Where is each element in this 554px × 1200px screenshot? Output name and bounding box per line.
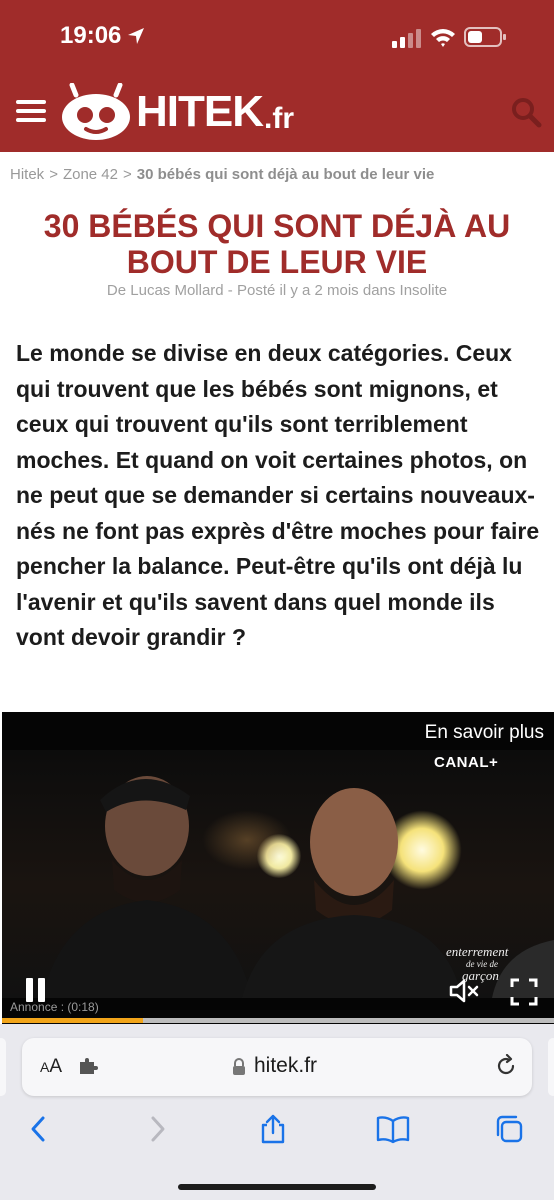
video-progress-fill [2,1018,143,1023]
article-byline: De Lucas Mollard - Posté il y a 2 mois d… [106,282,448,299]
battery-icon [464,27,506,47]
breadcrumb-item-zone42[interactable]: Zone 42 [63,166,118,183]
top-bar: 19:06 HITEK .fr [0,0,554,152]
robot-logo-icon [62,83,130,140]
tabs-icon[interactable] [494,1114,524,1144]
channel-logo: CANAL+ [434,754,499,771]
address-bar[interactable]: AA hitek.fr [22,1038,532,1096]
watermark-line: enterrement [446,944,509,959]
breadcrumb-separator: > [49,166,58,183]
extension-icon[interactable] [78,1056,98,1076]
search-icon[interactable] [510,96,542,128]
back-icon[interactable] [24,1114,54,1144]
previous-tab-peek[interactable] [0,1038,6,1096]
article-title: 30 BÉBÉS QUI SONT DÉJÀ AU BOUT DE LEUR V… [43,208,511,280]
site-logo[interactable]: HITEK .fr [60,82,294,142]
url-text[interactable]: hitek.fr [254,1054,317,1078]
forward-icon[interactable] [142,1114,172,1144]
article-intro: Le monde se divise en deux catégories. C… [16,340,540,650]
home-indicator [178,1184,376,1190]
video-ad-player[interactable]: En savoir plus CANAL+ enterrement de vie… [2,712,554,1024]
ad-countdown-label: Annonce : (0:18) [10,1000,99,1014]
video-watermark: enterrement de vie de garçon [446,944,509,982]
next-tab-peek[interactable] [548,1038,554,1096]
share-icon[interactable] [258,1114,288,1144]
location-arrow-icon [128,28,144,44]
breadcrumb-separator: > [123,166,132,183]
bookmarks-icon[interactable] [376,1114,410,1144]
logo-text: HITEK [136,87,264,136]
fullscreen-icon[interactable] [510,978,538,1006]
reload-icon[interactable] [494,1054,518,1078]
site-header: HITEK .fr [0,76,554,152]
text-size-button[interactable]: AA [40,1056,62,1078]
wifi-icon [431,29,455,47]
breadcrumb-current: 30 bébés qui sont déjà au bout de leur v… [136,166,435,183]
browser-bottom-bar: AA hitek.fr [0,1024,554,1200]
breadcrumb-item-hitek[interactable]: Hitek [10,166,44,183]
lock-icon [233,1058,245,1075]
hamburger-menu-icon[interactable] [16,100,46,124]
video-progress-bar[interactable] [2,1018,554,1023]
learn-more-link[interactable]: En savoir plus [425,722,544,744]
breadcrumb: Hitek > Zone 42 >30 bébés qui sont déjà au … [10,166,434,183]
signal-icon [392,29,421,48]
logo-tld: .fr [264,102,294,135]
status-time: 19:06 [60,22,122,49]
status-bar: 19:06 [0,0,554,76]
muted-speaker-icon[interactable] [448,978,480,1004]
